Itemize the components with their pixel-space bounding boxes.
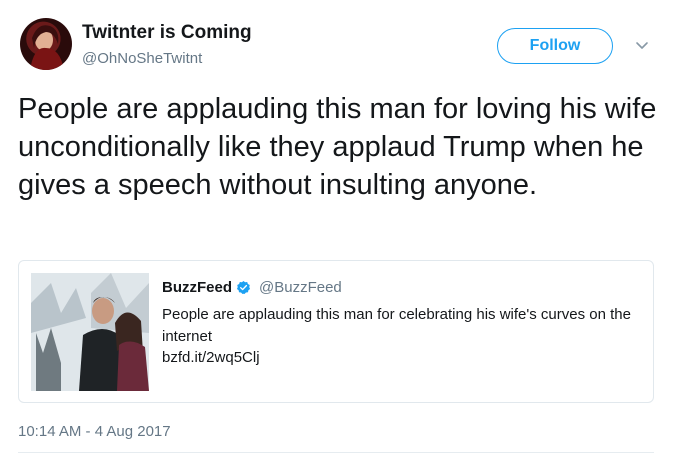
- quoted-tweet-link[interactable]: bzfd.it/2wq5Clj: [162, 349, 260, 366]
- author-handle[interactable]: @OhNoSheTwitnt: [82, 50, 202, 67]
- quoted-tweet-author: BuzzFeed @BuzzFeed: [162, 279, 342, 296]
- tweet-timestamp[interactable]: 10:14 AM - 4 Aug 2017: [18, 423, 171, 440]
- author-display-name[interactable]: Twitnter is Coming: [82, 22, 252, 44]
- follow-button[interactable]: Follow: [497, 28, 613, 64]
- author-avatar[interactable]: [20, 18, 72, 70]
- chevron-down-icon[interactable]: [634, 38, 650, 54]
- quoted-tweet-image: [31, 273, 149, 391]
- quoted-tweet-card[interactable]: BuzzFeed @BuzzFeed People are applauding…: [18, 260, 654, 403]
- verified-badge-icon: [236, 280, 251, 295]
- tweet-text: People are applauding this man for lovin…: [18, 93, 657, 201]
- divider: [18, 452, 654, 453]
- quoted-author-handle: @BuzzFeed: [259, 279, 342, 296]
- quoted-author-name: BuzzFeed: [162, 279, 233, 296]
- quoted-tweet-text: People are applauding this man for celeb…: [162, 306, 631, 345]
